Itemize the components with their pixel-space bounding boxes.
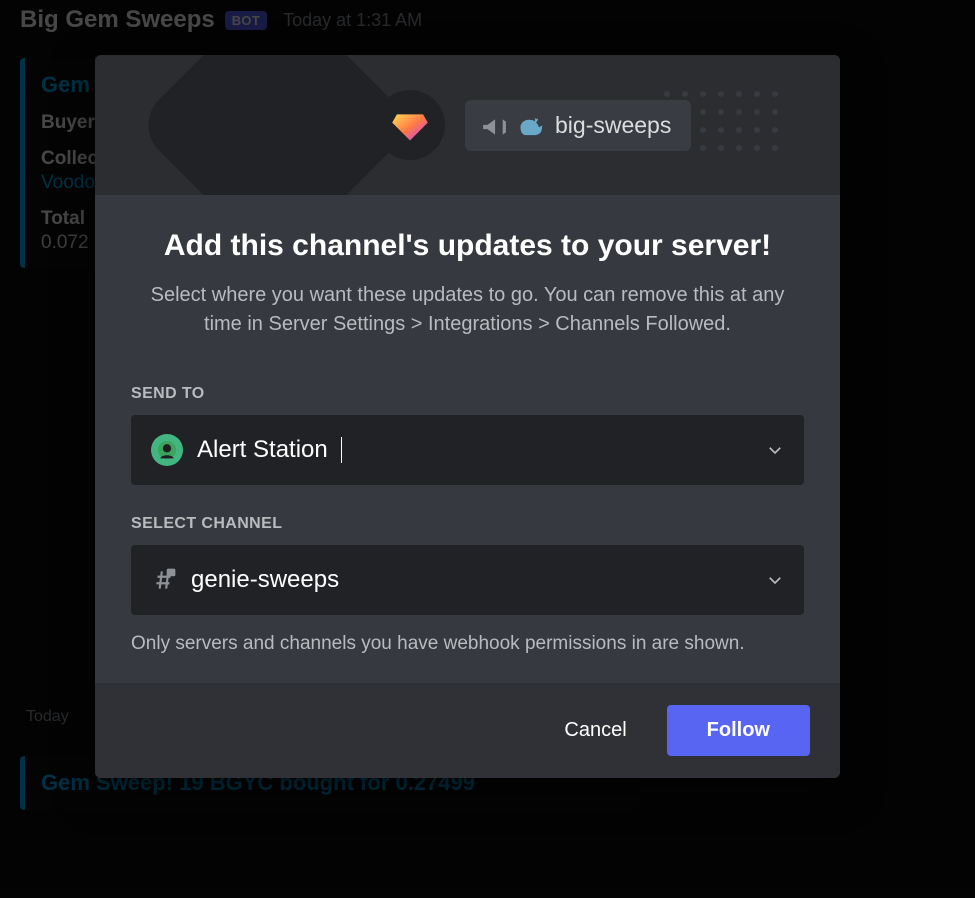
modal-body: Add this channel's updates to your serve… bbox=[95, 195, 840, 683]
permissions-hint: Only servers and channels you have webho… bbox=[131, 633, 804, 655]
follow-channel-modal: big-sweeps Add this channel's updates to… bbox=[95, 55, 840, 778]
megaphone-icon bbox=[481, 114, 507, 136]
header-decor-blob bbox=[134, 55, 417, 195]
cancel-button[interactable]: Cancel bbox=[534, 705, 656, 756]
chevron-down-icon bbox=[766, 571, 784, 589]
server-select-value: Alert Station bbox=[197, 436, 328, 464]
modal-description: Select where you want these updates to g… bbox=[131, 281, 804, 339]
modal-overlay[interactable]: big-sweeps Add this channel's updates to… bbox=[0, 0, 975, 898]
select-channel-label: SELECT CHANNEL bbox=[131, 515, 804, 533]
whale-icon bbox=[517, 115, 545, 135]
follow-button[interactable]: Follow bbox=[667, 705, 810, 756]
gem-icon bbox=[391, 106, 429, 144]
send-to-label: SEND TO bbox=[131, 385, 804, 403]
channel-hash-lock-icon bbox=[151, 567, 177, 593]
channel-select-value: genie-sweeps bbox=[191, 566, 339, 594]
modal-title: Add this channel's updates to your serve… bbox=[131, 227, 804, 265]
source-channel-chip: big-sweeps bbox=[465, 100, 691, 151]
chevron-down-icon bbox=[766, 441, 784, 459]
server-avatar-icon bbox=[151, 434, 183, 466]
modal-footer: Cancel Follow bbox=[95, 683, 840, 778]
text-cursor bbox=[341, 437, 342, 463]
source-server-icon bbox=[375, 90, 445, 160]
server-select[interactable]: Alert Station bbox=[131, 415, 804, 485]
modal-header: big-sweeps bbox=[95, 55, 840, 195]
source-channel-name: big-sweeps bbox=[555, 112, 671, 139]
channel-select[interactable]: genie-sweeps bbox=[131, 545, 804, 615]
